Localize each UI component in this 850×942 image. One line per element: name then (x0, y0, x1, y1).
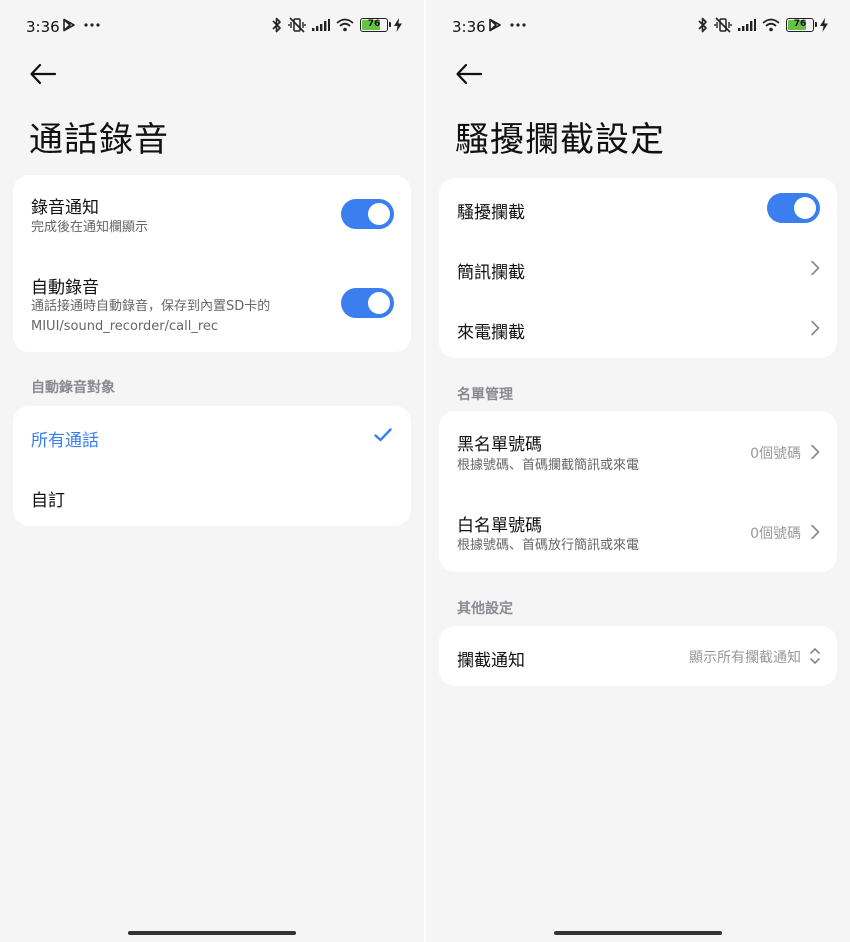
wifi-icon (336, 18, 354, 32)
whitelist-title: 白名單號碼 (457, 516, 542, 536)
block-notification-value: 顯示所有攔截通知 (689, 650, 801, 666)
block-main-card: 騷擾攔截 簡訊攔截 來電攔截 (439, 178, 837, 358)
wifi-icon (762, 18, 780, 32)
bluetooth-icon (272, 17, 281, 33)
auto-record-title: 自動錄音 (31, 278, 99, 298)
more-notifications-icon (510, 23, 526, 27)
recording-notification-title: 錄音通知 (31, 198, 99, 218)
blacklist-subtitle: 根據號碼、首碼攔截簡訊或來電 (457, 458, 640, 473)
recording-notification-toggle[interactable] (341, 199, 394, 229)
blacklist-title: 黑名單號碼 (457, 435, 542, 455)
option-custom-label: 自訂 (31, 491, 65, 511)
chevron-right-icon (811, 260, 820, 276)
harassment-block-row[interactable]: 騷擾攔截 (439, 178, 837, 238)
sms-block-row[interactable]: 簡訊攔截 (439, 238, 837, 298)
chevron-right-icon (811, 320, 820, 336)
charging-icon (820, 18, 828, 32)
chevron-right-icon (811, 444, 820, 460)
vibrate-off-icon (714, 17, 732, 33)
option-custom[interactable]: 自訂 (13, 466, 411, 526)
back-arrow-icon[interactable] (28, 60, 58, 88)
auto-record-target-label: 自動錄音對象 (31, 380, 115, 396)
signal-icon (738, 19, 756, 31)
sms-block-title: 簡訊攔截 (457, 263, 525, 283)
charging-icon (394, 18, 402, 32)
battery-indicator: 76 (360, 18, 391, 32)
harassment-block-settings-screen: 3:36 76 騷擾攔截設定 騷擾攔截 簡訊攔截 來電攔截 名單管理 黑名單號碼… (426, 0, 850, 942)
chevron-up-down-icon[interactable] (809, 646, 821, 666)
page-title: 通話錄音 (29, 120, 169, 160)
home-indicator[interactable] (554, 931, 722, 935)
block-notification-title: 攔截通知 (457, 651, 525, 671)
blacklist-count: 0個號碼 (750, 446, 801, 462)
status-bar: 3:36 76 (426, 0, 850, 56)
home-indicator[interactable] (128, 931, 296, 935)
auto-record-row[interactable]: 自動錄音 通話接通時自動錄音，保存到內置SD卡的 MIUI/sound_reco… (13, 259, 411, 351)
battery-indicator: 76 (786, 18, 817, 32)
status-time: 3:36 (26, 18, 60, 36)
option-all-calls[interactable]: 所有通話 (13, 406, 411, 466)
call-block-row[interactable]: 來電攔截 (439, 298, 837, 358)
more-notifications-icon (84, 23, 100, 27)
whitelist-row[interactable]: 白名單號碼 根據號碼、首碼放行簡訊或來電 0個號碼 (439, 491, 837, 572)
checkmark-icon (374, 428, 392, 442)
call-recording-screen: 3:36 76 通話錄音 錄音通知 完成後在通知欄顯示 自動錄音 通話接通時自動… (0, 0, 424, 942)
status-time: 3:36 (452, 18, 486, 36)
recording-notification-subtitle: 完成後在通知欄顯示 (31, 220, 149, 235)
harassment-block-toggle[interactable] (767, 193, 820, 223)
auto-record-toggle[interactable] (341, 288, 394, 318)
back-arrow-icon[interactable] (454, 60, 484, 88)
vibrate-off-icon (288, 17, 306, 33)
page-title: 騷擾攔截設定 (455, 120, 665, 160)
other-settings-card: 攔截通知 顯示所有攔截通知 (439, 626, 837, 686)
auto-record-subtitle: 通話接通時自動錄音，保存到內置SD卡的 MIUI/sound_recorder/… (31, 299, 271, 334)
recording-notification-row[interactable]: 錄音通知 完成後在通知欄顯示 (13, 175, 411, 253)
chevron-right-icon (811, 524, 820, 540)
recording-settings-card: 錄音通知 完成後在通知欄顯示 自動錄音 通話接通時自動錄音，保存到內置SD卡的 … (13, 175, 411, 352)
call-block-title: 來電攔截 (457, 323, 525, 343)
list-management-label: 名單管理 (457, 387, 513, 403)
record-target-card: 所有通話 自訂 (13, 406, 411, 526)
whitelist-subtitle: 根據號碼、首碼放行簡訊或來電 (457, 538, 640, 553)
status-bar: 3:36 76 (0, 0, 424, 56)
other-settings-label: 其他設定 (457, 601, 513, 617)
harassment-block-title: 騷擾攔截 (457, 203, 525, 223)
play-store-notification-icon (489, 18, 501, 32)
signal-icon (312, 19, 330, 31)
block-notification-row[interactable]: 攔截通知 顯示所有攔截通知 (439, 626, 837, 686)
whitelist-count: 0個號碼 (750, 526, 801, 542)
battery-percent: 76 (367, 19, 381, 29)
battery-percent: 76 (793, 19, 807, 29)
list-management-card: 黑名單號碼 根據號碼、首碼攔截簡訊或來電 0個號碼 白名單號碼 根據號碼、首碼放… (439, 411, 837, 572)
bluetooth-icon (698, 17, 707, 33)
option-all-calls-label: 所有通話 (31, 431, 99, 451)
blacklist-row[interactable]: 黑名單號碼 根據號碼、首碼攔截簡訊或來電 0個號碼 (439, 411, 837, 491)
play-store-notification-icon (63, 18, 75, 32)
